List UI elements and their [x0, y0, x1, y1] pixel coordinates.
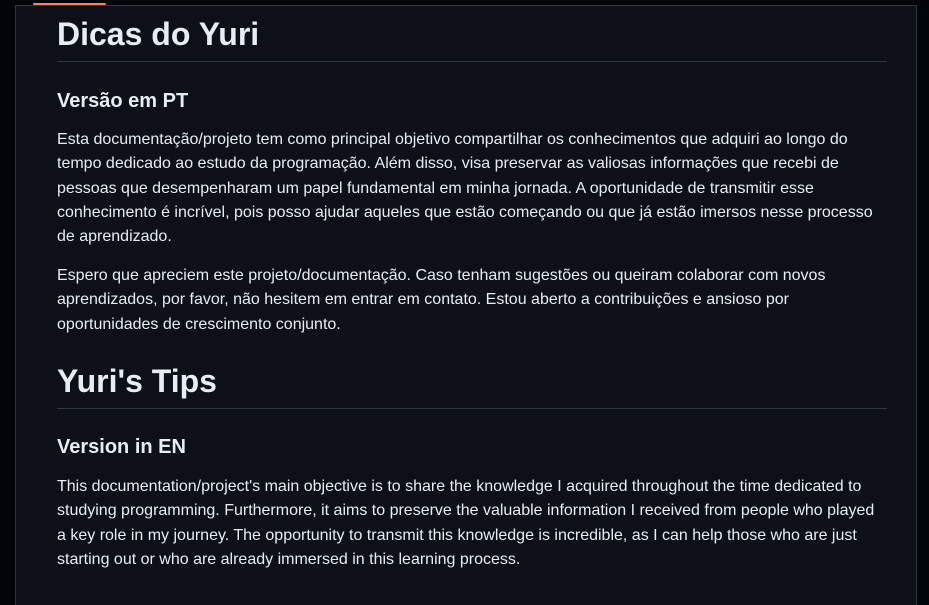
- subheading-version-en: Version in EN: [57, 436, 186, 458]
- active-tab-indicator: [33, 3, 106, 5]
- subheading-versao-pt: Versão em PT: [57, 90, 189, 112]
- paragraph-pt-contact: Espero que apreciem este projeto/documen…: [57, 267, 826, 333]
- paragraph-pt-intro: Esta documentação/projeto tem como princ…: [57, 131, 873, 246]
- heading-yuris-tips: Yuri's Tips: [57, 361, 887, 409]
- paragraph-en-intro: This documentation/project's main object…: [57, 478, 875, 568]
- heading-dicas-do-yuri: Dicas do Yuri: [57, 14, 887, 62]
